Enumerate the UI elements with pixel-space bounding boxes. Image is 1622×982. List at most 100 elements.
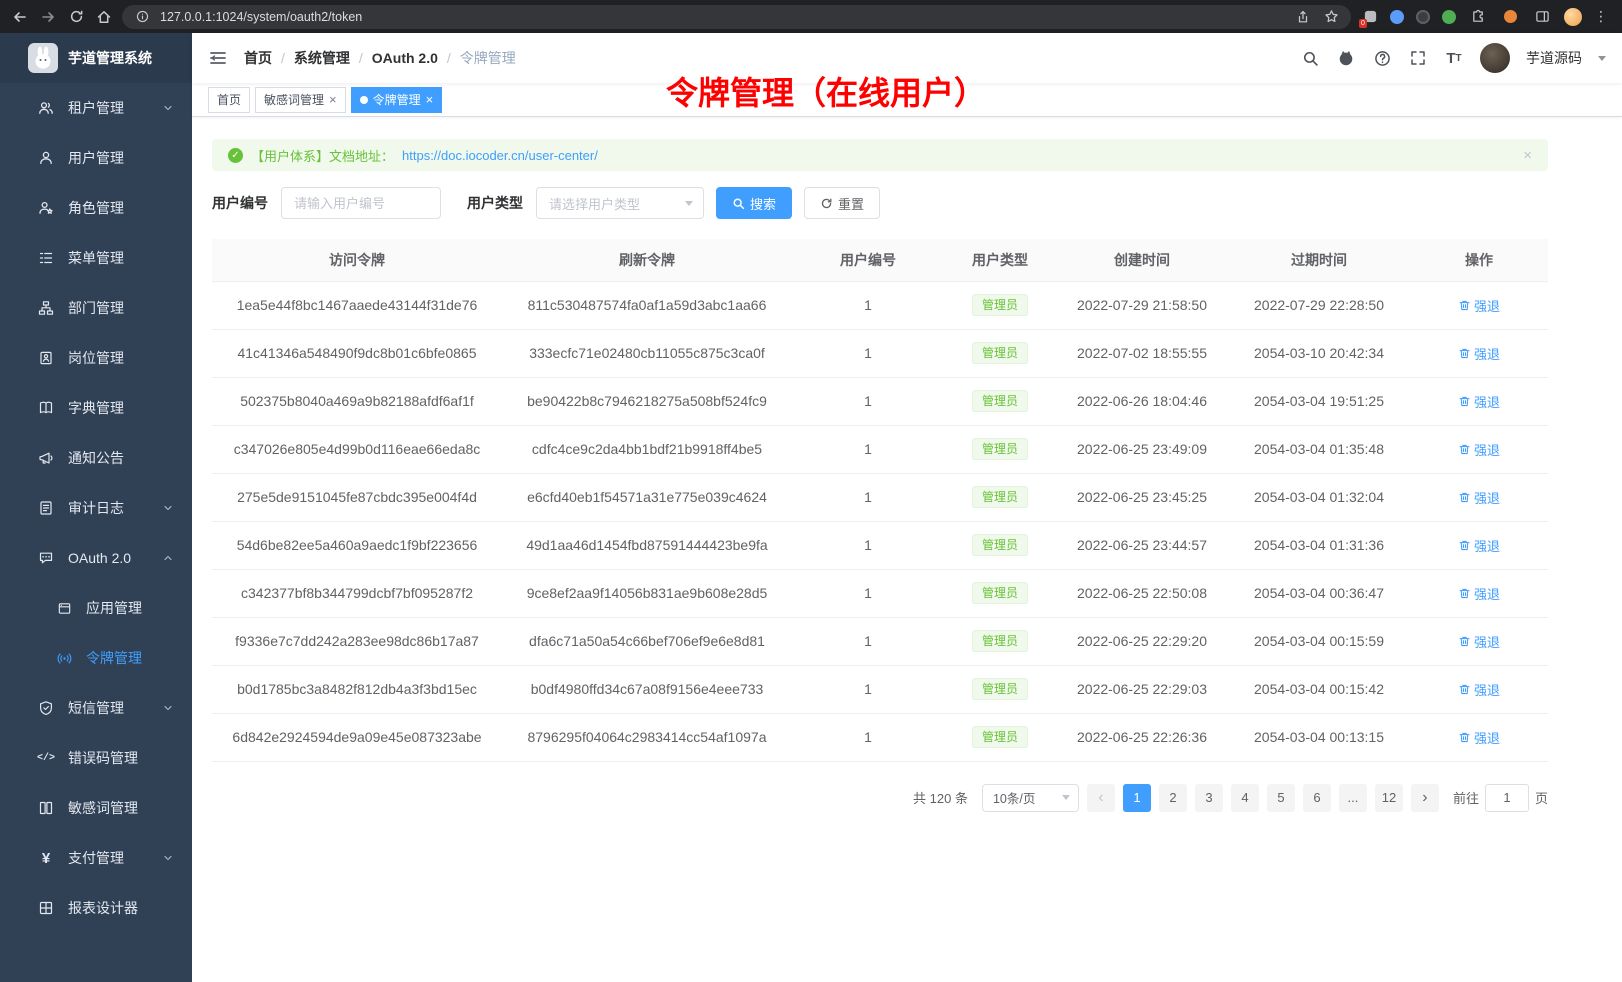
page-button-6[interactable]: 6 bbox=[1303, 784, 1331, 812]
prev-page-button[interactable]: ‹ bbox=[1087, 784, 1115, 812]
cell-created-time: 2022-06-26 18:04:46 bbox=[1056, 377, 1228, 425]
page-size-select[interactable]: 10条/页 bbox=[982, 784, 1079, 812]
user-icon bbox=[38, 150, 54, 166]
page-button-4[interactable]: 4 bbox=[1231, 784, 1259, 812]
sidebar-item-label: 部门管理 bbox=[68, 298, 174, 318]
sidebar-item-user[interactable]: 用户管理 bbox=[0, 133, 192, 183]
force-logout-button[interactable]: 强退 bbox=[1458, 632, 1500, 651]
force-logout-button[interactable]: 强退 bbox=[1458, 440, 1500, 459]
tab-home[interactable]: 首页 bbox=[208, 87, 250, 113]
sidebar-item-token-management[interactable]: 令牌管理 bbox=[0, 633, 192, 683]
tab-sensitive-words[interactable]: 敏感词管理 × bbox=[255, 87, 346, 113]
sidebar-item-sensitive-words[interactable]: 敏感词管理 bbox=[0, 783, 192, 833]
reload-icon[interactable] bbox=[66, 7, 86, 27]
address-bar[interactable]: 127.0.0.1:1024/system/oauth2/token bbox=[122, 5, 1351, 29]
force-logout-button[interactable]: 强退 bbox=[1458, 488, 1500, 507]
user-avatar[interactable] bbox=[1480, 43, 1510, 73]
sidebar-item-app-management[interactable]: 应用管理 bbox=[0, 583, 192, 633]
column-header: 刷新令牌 bbox=[502, 239, 792, 281]
site-info-icon[interactable] bbox=[132, 7, 152, 27]
goto-page-input[interactable] bbox=[1485, 784, 1529, 812]
sidebar-item-oauth[interactable]: OAuth 2.0 bbox=[0, 533, 192, 583]
chat-bubble-icon bbox=[38, 550, 54, 566]
fullscreen-icon[interactable] bbox=[1408, 48, 1428, 68]
paw-extension-icon[interactable] bbox=[1500, 7, 1520, 27]
forward-icon[interactable] bbox=[38, 7, 58, 27]
doc-link[interactable]: https://doc.iocoder.cn/user-center/ bbox=[402, 148, 598, 163]
sidebar-item-dict[interactable]: 字典管理 bbox=[0, 383, 192, 433]
force-logout-button[interactable]: 强退 bbox=[1458, 296, 1500, 315]
app-logo[interactable]: 芋道管理系统 bbox=[0, 33, 192, 83]
cell-actions: 强退 bbox=[1410, 425, 1548, 473]
code-icon: </> bbox=[38, 750, 54, 766]
force-logout-button[interactable]: 强退 bbox=[1458, 344, 1500, 363]
search-icon[interactable] bbox=[1300, 48, 1320, 68]
force-logout-button[interactable]: 强退 bbox=[1458, 536, 1500, 555]
close-icon[interactable]: × bbox=[426, 93, 434, 106]
page-button-3[interactable]: 3 bbox=[1195, 784, 1223, 812]
page-size-value: 10条/页 bbox=[993, 788, 1054, 807]
sidebar-item-role[interactable]: 角色管理 bbox=[0, 183, 192, 233]
user-type-select[interactable]: 请选择用户类型 bbox=[536, 187, 704, 219]
breadcrumb-oauth[interactable]: OAuth 2.0 bbox=[372, 50, 438, 66]
close-icon[interactable]: × bbox=[329, 93, 337, 106]
column-header: 创建时间 bbox=[1056, 239, 1228, 281]
user-name[interactable]: 芋道源码 bbox=[1526, 48, 1582, 68]
side-panel-icon[interactable] bbox=[1532, 7, 1552, 27]
trash-icon bbox=[1458, 443, 1471, 456]
force-logout-button[interactable]: 强退 bbox=[1458, 728, 1500, 747]
cell-created-time: 2022-07-02 18:55:55 bbox=[1056, 329, 1228, 377]
dark-extension-icon[interactable] bbox=[1416, 10, 1430, 24]
breadcrumb-system[interactable]: 系统管理 bbox=[294, 48, 350, 68]
trash-icon bbox=[1458, 731, 1471, 744]
force-logout-button[interactable]: 强退 bbox=[1458, 392, 1500, 411]
logo-image bbox=[28, 43, 58, 73]
sidebar-item-payment[interactable]: ¥ 支付管理 bbox=[0, 833, 192, 883]
page-button-12[interactable]: 12 bbox=[1375, 784, 1403, 812]
share-icon[interactable] bbox=[1293, 7, 1313, 27]
browser-menu-icon[interactable]: ⋮ bbox=[1594, 8, 1608, 25]
sidebar-item-error-code[interactable]: </> 错误码管理 bbox=[0, 733, 192, 783]
sidebar-item-sms[interactable]: 短信管理 bbox=[0, 683, 192, 733]
badge-icon bbox=[38, 350, 54, 366]
home-icon[interactable] bbox=[94, 7, 114, 27]
breadcrumb-home[interactable]: 首页 bbox=[244, 48, 272, 68]
blue-extension-icon[interactable] bbox=[1390, 10, 1404, 24]
user-id-input[interactable] bbox=[281, 187, 441, 219]
breadcrumb: 首页 / 系统管理 / OAuth 2.0 / 令牌管理 bbox=[244, 48, 516, 68]
green-extension-icon[interactable] bbox=[1442, 10, 1456, 24]
sidebar-item-dept[interactable]: 部门管理 bbox=[0, 283, 192, 333]
page-button-5[interactable]: 5 bbox=[1267, 784, 1295, 812]
reset-button[interactable]: 重置 bbox=[804, 187, 880, 219]
back-icon[interactable] bbox=[10, 7, 30, 27]
hamburger-icon[interactable] bbox=[208, 48, 228, 68]
caret-down-icon[interactable] bbox=[1598, 56, 1606, 61]
sidebar-item-report-designer[interactable]: 报表设计器 bbox=[0, 883, 192, 933]
force-logout-button[interactable]: 强退 bbox=[1458, 680, 1500, 699]
page-button-2[interactable]: 2 bbox=[1159, 784, 1187, 812]
puzzle-extensions-icon[interactable] bbox=[1468, 7, 1488, 27]
github-icon[interactable] bbox=[1336, 48, 1356, 68]
user-type-badge: 管理员 bbox=[972, 342, 1028, 364]
sidebar-item-notice[interactable]: 通知公告 bbox=[0, 433, 192, 483]
sidebar-item-menu[interactable]: 菜单管理 bbox=[0, 233, 192, 283]
next-page-button[interactable]: › bbox=[1411, 784, 1439, 812]
font-size-icon[interactable]: TT bbox=[1444, 48, 1464, 68]
help-icon[interactable] bbox=[1372, 48, 1392, 68]
sidebar-menu: 租户管理 用户管理 角色管理 菜单管理 部门管理 bbox=[0, 83, 192, 982]
sidebar-item-tenant[interactable]: 租户管理 bbox=[0, 83, 192, 133]
table-row: c347026e805e4d99b0d116eae66eda8c cdfc4ce… bbox=[212, 425, 1548, 473]
page-button-1[interactable]: 1 bbox=[1123, 784, 1151, 812]
force-logout-button[interactable]: 强退 bbox=[1458, 584, 1500, 603]
tab-token-management[interactable]: 令牌管理 × bbox=[351, 87, 443, 113]
search-button[interactable]: 搜索 bbox=[716, 187, 792, 219]
more-pages-button[interactable]: ... bbox=[1339, 784, 1367, 812]
pinned-extension-icon[interactable]: 0 bbox=[1363, 9, 1378, 24]
sidebar-item-post[interactable]: 岗位管理 bbox=[0, 333, 192, 383]
sidebar-item-audit-log[interactable]: 审计日志 bbox=[0, 483, 192, 533]
browser-profile-avatar[interactable] bbox=[1564, 8, 1582, 26]
alert-close-icon[interactable]: × bbox=[1523, 147, 1532, 164]
bookmark-star-icon[interactable] bbox=[1321, 7, 1341, 27]
table-row: f9336e7c7dd242a283ee98dc86b17a87 dfa6c71… bbox=[212, 617, 1548, 665]
role-icon bbox=[38, 200, 54, 216]
